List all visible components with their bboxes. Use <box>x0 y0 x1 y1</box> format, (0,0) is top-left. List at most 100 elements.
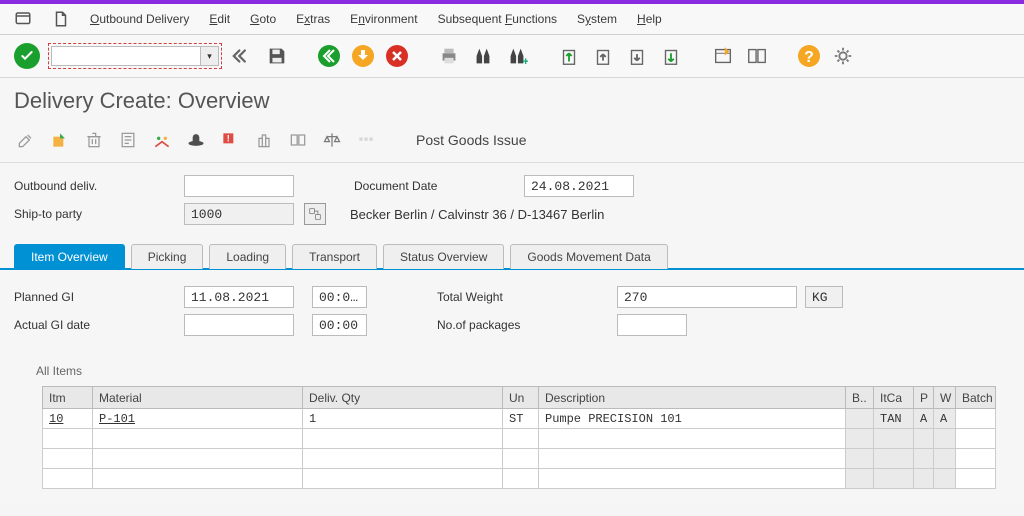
cell-batch[interactable] <box>956 469 996 489</box>
cell-itm[interactable]: 10 <box>43 409 93 429</box>
menu-goto[interactable]: Goto <box>250 12 276 26</box>
col-w[interactable]: W <box>934 387 956 409</box>
cell-b[interactable] <box>846 409 874 429</box>
cell-itca[interactable] <box>874 469 914 489</box>
col-b[interactable]: B.. <box>846 387 874 409</box>
col-p[interactable]: P <box>914 387 934 409</box>
col-batch[interactable]: Batch <box>956 387 996 409</box>
col-itca[interactable]: ItCa <box>874 387 914 409</box>
actual-gi-time-field[interactable] <box>312 314 367 336</box>
customize-button[interactable] <box>830 43 856 69</box>
weigh-icon[interactable] <box>320 128 344 152</box>
cell-w[interactable] <box>934 469 956 489</box>
col-deliv-qty[interactable]: Deliv. Qty <box>303 387 503 409</box>
total-weight-unit-field[interactable] <box>805 286 843 308</box>
tab-item-overview[interactable]: Item Overview <box>14 244 125 269</box>
first-page-button[interactable] <box>556 43 582 69</box>
document-date-field[interactable] <box>524 175 634 197</box>
find-next-button[interactable]: + <box>504 43 530 69</box>
menu-help[interactable]: Help <box>637 12 662 26</box>
other-delivery-icon[interactable] <box>48 128 72 152</box>
cell-desc[interactable] <box>539 469 846 489</box>
actual-gi-date-field[interactable] <box>184 314 294 336</box>
cell-w[interactable]: A <box>934 409 956 429</box>
help-button[interactable]: ? <box>796 43 822 69</box>
save-button[interactable] <box>264 43 290 69</box>
cell-material[interactable] <box>93 429 303 449</box>
cell-p[interactable]: A <box>914 409 934 429</box>
cell-qty[interactable] <box>303 469 503 489</box>
cell-qty[interactable]: 1 <box>303 409 503 429</box>
cell-p[interactable] <box>914 429 934 449</box>
tab-goods-movement-data[interactable]: Goods Movement Data <box>510 244 667 269</box>
cancel-button[interactable] <box>384 43 410 69</box>
ship-to-details-button[interactable] <box>304 203 326 225</box>
total-weight-field[interactable] <box>617 286 797 308</box>
cell-batch[interactable] <box>956 429 996 449</box>
menu-outbound-delivery[interactable]: Outbound Delivery <box>90 12 189 26</box>
find-button[interactable] <box>470 43 496 69</box>
enter-button[interactable] <box>14 43 40 69</box>
tab-status-overview[interactable]: Status Overview <box>383 244 504 269</box>
cell-desc[interactable]: Pumpe PRECISION 101 <box>539 409 846 429</box>
col-description[interactable]: Description <box>539 387 846 409</box>
tab-loading[interactable]: Loading <box>209 244 286 269</box>
incompletion-icon[interactable]: ! <box>218 128 242 152</box>
outbound-deliv-field[interactable] <box>184 175 294 197</box>
table-row[interactable]: 10P-1011STPumpe PRECISION 101TANAA <box>43 409 996 429</box>
prev-page-button[interactable] <box>590 43 616 69</box>
table-row[interactable] <box>43 449 996 469</box>
header-details-icon[interactable] <box>116 128 140 152</box>
post-goods-issue-button[interactable]: Post Goods Issue <box>388 132 527 148</box>
idoc-icon[interactable] <box>354 128 378 152</box>
menu-edit[interactable]: Edit <box>209 12 230 26</box>
cell-p[interactable] <box>914 469 934 489</box>
cell-qty[interactable] <box>303 449 503 469</box>
menu-system[interactable]: System <box>577 12 617 26</box>
new-session-button[interactable] <box>710 43 736 69</box>
layout-button[interactable] <box>744 43 770 69</box>
back-button[interactable] <box>230 43 256 69</box>
col-material[interactable]: Material <box>93 387 303 409</box>
cell-un[interactable] <box>503 469 539 489</box>
col-itm[interactable]: Itm <box>43 387 93 409</box>
menu-doc-icon[interactable] <box>52 10 70 28</box>
cell-b[interactable] <box>846 429 874 449</box>
cell-desc[interactable] <box>539 429 846 449</box>
services-icon[interactable] <box>252 128 276 152</box>
planned-gi-date-field[interactable] <box>184 286 294 308</box>
cell-itca[interactable] <box>874 429 914 449</box>
cell-material[interactable] <box>93 449 303 469</box>
table-row[interactable] <box>43 469 996 489</box>
exit-button[interactable] <box>350 43 376 69</box>
tab-picking[interactable]: Picking <box>131 244 204 269</box>
cell-material[interactable] <box>93 469 303 489</box>
split-icon[interactable] <box>286 128 310 152</box>
cell-w[interactable] <box>934 429 956 449</box>
display-change-icon[interactable] <box>14 128 38 152</box>
menu-extras[interactable]: Extras <box>296 12 330 26</box>
cell-itm[interactable] <box>43 449 93 469</box>
hat-icon[interactable] <box>184 128 208 152</box>
cell-qty[interactable] <box>303 429 503 449</box>
command-dropdown[interactable]: ▾ <box>201 46 219 66</box>
cell-itca[interactable] <box>874 449 914 469</box>
pack-icon[interactable] <box>150 128 174 152</box>
packages-field[interactable] <box>617 314 687 336</box>
cell-un[interactable] <box>503 449 539 469</box>
cell-batch[interactable] <box>956 409 996 429</box>
cell-un[interactable] <box>503 429 539 449</box>
planned-gi-time-field[interactable] <box>312 286 367 308</box>
tab-transport[interactable]: Transport <box>292 244 377 269</box>
command-field[interactable] <box>51 46 201 66</box>
table-row[interactable] <box>43 429 996 449</box>
back-circle-button[interactable] <box>316 43 342 69</box>
menu-subsequent-functions[interactable]: Subsequent Functions <box>438 12 557 26</box>
cell-itm[interactable] <box>43 429 93 449</box>
cell-desc[interactable] <box>539 449 846 469</box>
items-grid[interactable]: Itm Material Deliv. Qty Un Description B… <box>42 386 996 489</box>
cell-batch[interactable] <box>956 449 996 469</box>
print-button[interactable] <box>436 43 462 69</box>
cell-itm[interactable] <box>43 469 93 489</box>
next-page-button[interactable] <box>624 43 650 69</box>
